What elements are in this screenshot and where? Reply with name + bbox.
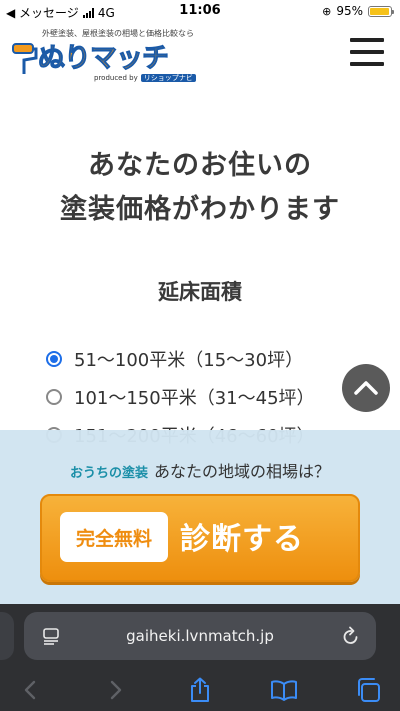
book-icon xyxy=(271,680,297,701)
tabs-button[interactable] xyxy=(354,676,382,704)
chevron-left-icon xyxy=(24,680,36,700)
battery-percent: 95% xyxy=(336,4,363,18)
chevron-right-icon xyxy=(110,680,122,700)
url-text: gaiheki.lvnmatch.jp xyxy=(126,627,274,645)
share-button[interactable] xyxy=(186,676,214,704)
page-title-line1: あなたのお住いの xyxy=(88,150,312,181)
menu-bar xyxy=(350,50,384,54)
menu-bar xyxy=(350,38,384,42)
scroll-to-top-button[interactable] xyxy=(342,364,390,412)
battery-icon xyxy=(368,5,394,17)
cta-heading-text: あなたの地域の相場は？ xyxy=(154,462,331,481)
browser-address-bar: gaiheki.lvnmatch.jp xyxy=(0,604,400,670)
orientation-lock-icon: ⊕ xyxy=(322,4,332,18)
menu-bar xyxy=(350,62,384,66)
diagnose-button-label: 診断する xyxy=(180,522,304,557)
option-label: 101〜150平米（31〜45坪） xyxy=(74,388,315,409)
radio-button-checked[interactable] xyxy=(46,351,62,367)
floor-area-option[interactable]: 51〜100平米（15〜30坪） xyxy=(46,340,315,378)
tabs-icon xyxy=(358,678,380,702)
site-header: 外壁塗装、屋根塗装の相場と価格比較なら ぬりマッチ produced by リショ… xyxy=(0,22,400,86)
status-bar: ◀ メッセージ 4G 11:06 ⊕ 95% xyxy=(0,0,400,22)
diagnose-button[interactable]: 完全無料 診断する xyxy=(40,494,360,582)
cta-banner: おうちの塗装 あなたの地域の相場は？ 完全無料 診断する xyxy=(0,430,400,620)
paint-roller-icon xyxy=(12,43,38,74)
produced-by-text: produced by xyxy=(94,74,138,82)
site-logo[interactable]: 外壁塗装、屋根塗装の相場と価格比較なら ぬりマッチ produced by リショ… xyxy=(12,28,202,84)
cta-heading: おうちの塗装 あなたの地域の相場は？ xyxy=(0,458,400,482)
bookmarks-button[interactable] xyxy=(270,676,298,704)
free-badge: 完全無料 xyxy=(60,512,168,562)
back-button[interactable] xyxy=(16,676,44,704)
share-icon xyxy=(191,677,209,702)
radio-button[interactable] xyxy=(46,389,62,405)
logo-name: ぬりマッチ xyxy=(38,43,170,75)
hamburger-menu-button[interactable] xyxy=(350,38,384,66)
status-right: ⊕ 95% xyxy=(322,4,394,18)
previous-tab-peek[interactable] xyxy=(0,612,14,660)
logo-brand: リショップナビ xyxy=(140,74,196,82)
page-title: あなたのお住いの 塗装価格がわかります xyxy=(0,144,400,232)
chevron-up-icon xyxy=(354,381,378,395)
floor-area-label: 延床面積 xyxy=(158,280,242,304)
cta-brand: おうちの塗装 xyxy=(69,466,148,481)
reload-icon[interactable] xyxy=(342,626,360,646)
page-title-line2: 塗装価格がわかります xyxy=(60,194,340,225)
url-field[interactable]: gaiheki.lvnmatch.jp xyxy=(24,612,376,660)
logo-produced-by: produced by リショップナビ xyxy=(94,73,196,83)
option-label: 51〜100平米（15〜30坪） xyxy=(74,350,304,371)
forward-button[interactable] xyxy=(102,676,130,704)
browser-toolbar xyxy=(0,670,400,711)
floor-area-option[interactable]: 101〜150平米（31〜45坪） xyxy=(46,378,315,416)
